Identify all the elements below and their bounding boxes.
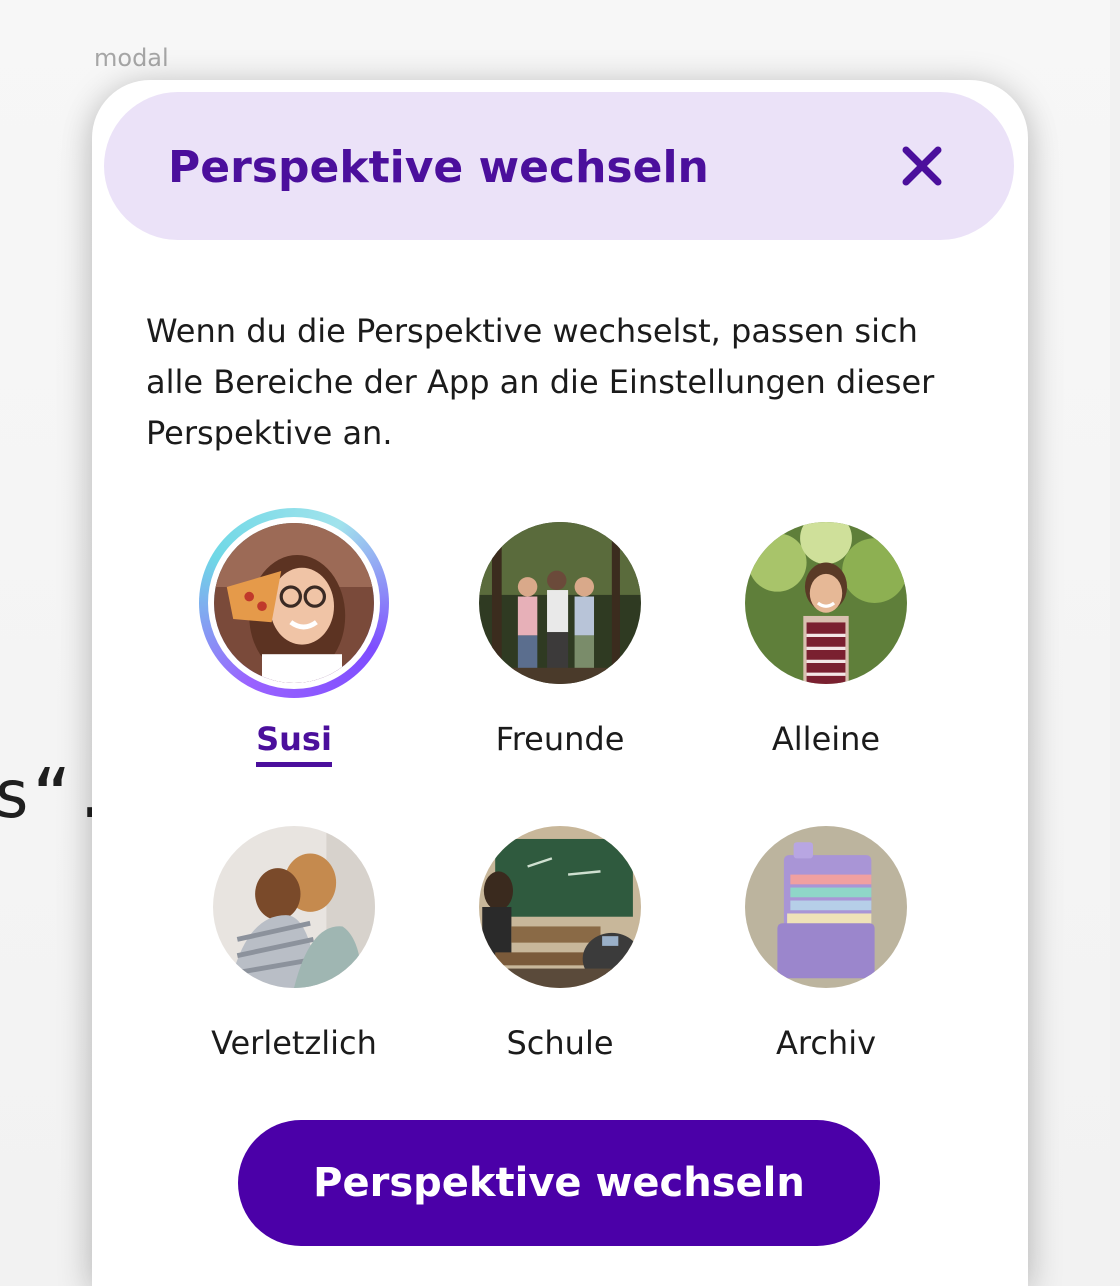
perspective-label-verletzlich: Verletzlich — [211, 1024, 377, 1062]
close-icon — [902, 146, 942, 186]
avatar-wrap-freunde — [465, 508, 655, 698]
archive-folders-image — [745, 826, 907, 988]
avatar-susi — [208, 517, 380, 689]
frame-label: modal — [94, 44, 169, 72]
canvas: modal s“. Perspektive wechseln Wenn du d… — [0, 0, 1120, 1286]
selected-ring — [199, 508, 389, 698]
perspective-label-schule: Schule — [506, 1024, 614, 1062]
perspective-modal: Perspektive wechseln Wenn du die Perspek… — [92, 80, 1028, 1286]
modal-title: Perspektive wechseln — [168, 142, 709, 193]
girl-alone-photo — [745, 522, 907, 684]
avatar-wrap-alleine — [731, 508, 921, 698]
modal-header: Perspektive wechseln — [104, 92, 1014, 240]
avatar-wrap-archiv — [731, 812, 921, 1002]
avatar-verletzlich — [213, 826, 375, 988]
switch-perspective-button[interactable]: Perspektive wechseln — [238, 1120, 880, 1246]
close-button[interactable] — [888, 132, 956, 200]
classroom-photo — [479, 826, 641, 988]
perspective-option-susi[interactable]: Susi — [174, 508, 414, 767]
friends-in-forest-photo — [479, 522, 641, 684]
perspective-label-alleine: Alleine — [771, 720, 881, 758]
hugging-friends-photo — [213, 826, 375, 988]
avatar-wrap-schule — [465, 812, 655, 1002]
perspective-label-susi: Susi — [256, 720, 332, 767]
perspective-option-archiv[interactable]: Archiv — [706, 812, 946, 1062]
perspective-option-alleine[interactable]: Alleine — [706, 508, 946, 758]
avatar-schule — [479, 826, 641, 988]
avatar-wrap-verletzlich — [199, 812, 389, 1002]
perspective-option-schule[interactable]: Schule — [440, 812, 680, 1062]
avatar-archiv — [745, 826, 907, 988]
perspective-label-freunde: Freunde — [495, 720, 625, 758]
perspective-option-verletzlich[interactable]: Verletzlich — [174, 812, 414, 1062]
perspective-grid: Susi Freunde Alleine Verletzlich Schule … — [92, 500, 1028, 1062]
girl-with-pizza-photo — [214, 523, 374, 683]
avatar-alleine — [745, 522, 907, 684]
avatar-freunde — [479, 522, 641, 684]
intro-text: Wenn du die Perspektive wechselst, passe… — [146, 312, 935, 452]
perspective-label-archiv: Archiv — [775, 1024, 877, 1062]
perspective-option-freunde[interactable]: Freunde — [440, 508, 680, 758]
